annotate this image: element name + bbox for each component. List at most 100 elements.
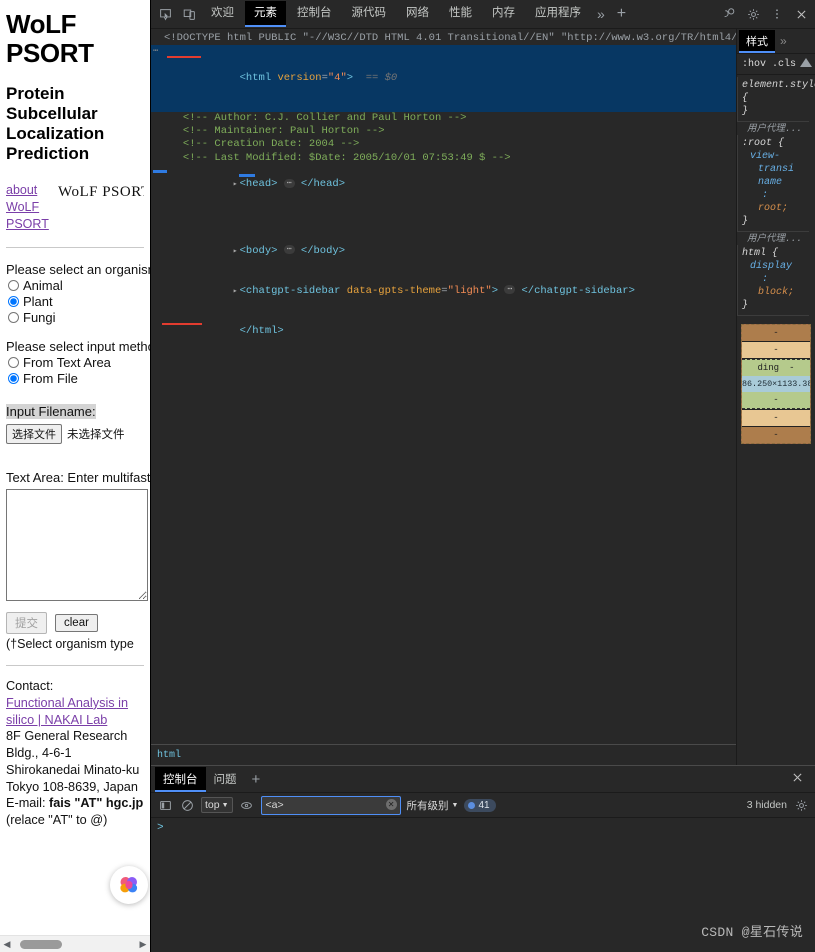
submit-button[interactable]: 提交 <box>6 612 47 635</box>
scrollbar-track[interactable] <box>14 936 136 952</box>
contact-email: E-mail: fais "AT" hgc.jp (relace "AT" to… <box>6 795 144 829</box>
user-agent-note-1: 用户代理... <box>747 123 803 134</box>
sidebar-collapsed-badge[interactable]: ⋯ <box>504 285 516 295</box>
form-buttons-row: 提交 clear <box>6 612 144 635</box>
tab-performance[interactable]: 性能 <box>440 1 481 27</box>
radio-input-from-text-area[interactable] <box>8 357 19 369</box>
box-model-border-bottom[interactable]: - <box>742 409 810 427</box>
choose-file-button[interactable]: 选择文件 <box>6 424 62 445</box>
comment-last-modified: <!-- Last Modified: $Date: 2005/10/01 07… <box>182 151 511 164</box>
tab-welcome[interactable]: 欢迎 <box>202 1 243 27</box>
clear-filter-icon[interactable]: ✕ <box>385 798 397 810</box>
tab-memory[interactable]: 内存 <box>483 1 524 27</box>
dom-line-body[interactable]: ▸ <body> ⋯ </body> <box>151 231 736 271</box>
css-rule-html[interactable]: html { display : block; } <box>737 245 809 316</box>
clear-button[interactable]: clear <box>55 614 98 633</box>
html-prop-display[interactable]: display <box>742 260 806 273</box>
drawer-close-icon[interactable] <box>784 771 811 787</box>
radio-option-plant[interactable]: Plant <box>6 294 144 309</box>
radio-input-animal[interactable] <box>8 280 19 292</box>
radio-option-from-file[interactable]: From File <box>6 371 144 386</box>
head-collapsed-badge[interactable]: ⋯ <box>283 178 295 188</box>
contact-block: Contact: Functional Analysis in silico |… <box>6 678 144 829</box>
console-context-selector[interactable]: top ▼ <box>201 797 233 813</box>
scroll-left-arrow-icon[interactable]: ◀ <box>0 939 14 949</box>
tab-application[interactable]: 应用程序 <box>526 1 590 27</box>
tab-styles[interactable]: 样式 <box>739 29 775 53</box>
root-prop-line1[interactable]: view- <box>742 150 806 163</box>
tab-elements[interactable]: 元素 <box>245 1 286 27</box>
root-prop-line3[interactable]: name <box>742 176 806 189</box>
file-status-text: 未选择文件 <box>67 429 125 442</box>
class-toggle-button[interactable]: .cls <box>772 59 796 70</box>
root-prop-value[interactable]: root; <box>742 202 806 215</box>
drawer-tab-issues[interactable]: 问题 <box>206 767 245 792</box>
new-style-rule-icon[interactable] <box>800 58 812 67</box>
close-icon[interactable] <box>789 2 813 26</box>
breadcrumb-item-html[interactable]: html <box>157 750 181 761</box>
dom-line-chatgpt-sidebar[interactable]: ▸ <chatgpt-sidebar data-gpts-theme="light… <box>151 271 736 311</box>
drawer-tab-console[interactable]: 控制台 <box>155 766 206 792</box>
box-model-margin-bottom[interactable]: - <box>742 427 810 443</box>
radio-input-from-file[interactable] <box>8 373 19 385</box>
twisty-body[interactable]: ▸ <box>231 245 240 258</box>
tab-sources[interactable]: 源代码 <box>343 1 396 27</box>
tab-network[interactable]: 网络 <box>397 1 438 27</box>
dom-breadcrumb[interactable]: html <box>151 744 736 765</box>
root-prop-line2[interactable]: transi <box>742 163 806 176</box>
radio-option-from-text-area[interactable]: From Text Area <box>6 355 144 370</box>
more-options-icon[interactable] <box>765 2 789 26</box>
scrollbar-thumb[interactable] <box>20 940 62 949</box>
console-level-selector[interactable]: 所有级别 ▼ <box>407 798 459 813</box>
live-expression-icon[interactable] <box>239 797 255 813</box>
console-toolbar: top ▼ <a> ✕ 所有级别 ▼ 41 3 hidden <box>151 793 815 818</box>
more-tabs-icon[interactable]: » <box>591 6 611 22</box>
dom-expand-dots[interactable]: ⋯ <box>153 45 158 58</box>
box-model-border-top[interactable]: - <box>742 341 810 359</box>
box-model-diagram[interactable]: - - ding - 86.250×1133.38 - - - <box>741 324 811 444</box>
radio-option-animal[interactable]: Animal <box>6 278 144 293</box>
page-horizontal-scrollbar[interactable]: ◀ ▶ <box>0 935 150 952</box>
about-wolf-psort-link[interactable]: about WoLF PSORT <box>6 182 52 233</box>
dom-line-comment-4: <!-- Last Modified: $Date: 2005/10/01 07… <box>151 152 736 165</box>
add-tab-icon[interactable]: + <box>611 6 632 22</box>
radio-input-fungi[interactable] <box>8 312 19 324</box>
console-output[interactable]: > CSDN @星石传说 <box>151 818 815 952</box>
styles-more-tabs-icon[interactable]: » <box>775 34 787 48</box>
dom-line-html-open[interactable]: ⋯ <html version="4"> == $0 <box>151 45 736 112</box>
dom-tree[interactable]: <!DOCTYPE html PUBLIC "-//W3C//DTD HTML … <box>151 29 736 744</box>
devtools-feedback-icon[interactable] <box>717 2 741 26</box>
css-rule-root[interactable]: :root { view- transi name : root; } <box>737 135 809 232</box>
console-sidebar-icon[interactable] <box>157 797 173 813</box>
console-level-value: 所有级别 <box>406 799 449 812</box>
dom-line-html-close[interactable]: </html> <box>151 311 736 364</box>
box-model-margin-top[interactable]: - <box>742 325 810 341</box>
console-message-count-badge[interactable]: 41 <box>464 798 496 812</box>
box-model-padding-bottom[interactable]: - <box>742 392 810 409</box>
hover-state-button[interactable]: :hov <box>742 59 766 70</box>
html-prop-value[interactable]: block; <box>742 286 806 299</box>
twisty-chatgpt-sidebar[interactable]: ▸ <box>231 285 240 298</box>
radio-option-fungi[interactable]: Fungi <box>6 310 144 325</box>
twisty-head[interactable]: ▸ <box>231 178 240 191</box>
drawer-add-tab-icon[interactable]: + <box>245 772 268 787</box>
device-toolbar-icon[interactable] <box>177 2 201 26</box>
dom-line-head[interactable]: ▸ <head> ⋯ </head> <box>151 165 736 231</box>
nakai-lab-link[interactable]: Functional Analysis in silico | NAKAI La… <box>6 696 128 727</box>
console-settings-gear-icon[interactable] <box>793 797 809 813</box>
tab-console[interactable]: 控制台 <box>288 1 341 27</box>
console-filter-input[interactable]: <a> ✕ <box>260 795 401 815</box>
styles-filter-bar: :hov .cls <box>737 54 815 75</box>
scroll-right-arrow-icon[interactable]: ▶ <box>136 939 150 949</box>
gear-icon[interactable] <box>741 2 765 26</box>
sequence-textarea[interactable] <box>6 489 148 602</box>
console-hidden-count[interactable]: 3 hidden <box>747 799 787 811</box>
body-collapsed-badge[interactable]: ⋯ <box>283 245 295 255</box>
clear-console-icon[interactable] <box>179 797 195 813</box>
box-model-padding-top[interactable]: ding - <box>742 359 810 376</box>
radio-input-plant[interactable] <box>8 296 19 308</box>
box-model-content[interactable]: 86.250×1133.38 <box>742 376 810 392</box>
css-rule-element-style[interactable]: element.style { } <box>737 77 815 122</box>
chatgpt-sidebar-bubble[interactable] <box>110 866 148 904</box>
inspect-element-icon[interactable] <box>153 2 177 26</box>
